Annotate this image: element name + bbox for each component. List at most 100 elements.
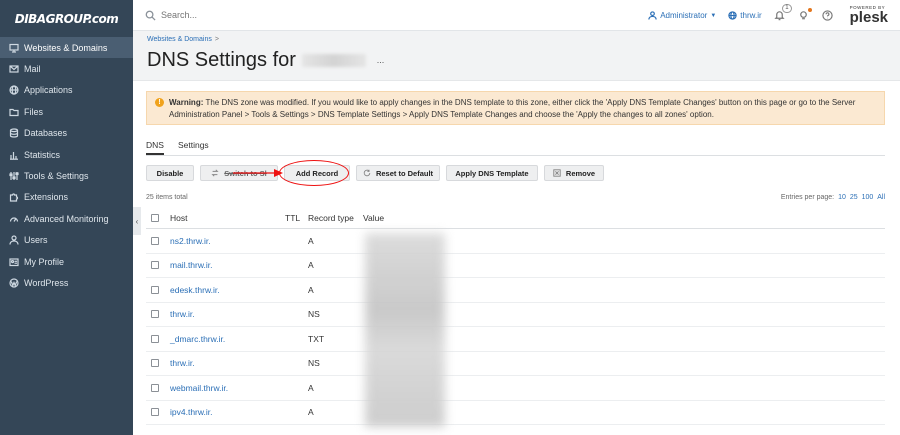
table-row: webmail.thrw.ir. A xyxy=(146,376,885,401)
more-actions-button[interactable]: ... xyxy=(373,54,387,67)
sidebar-item-websites-domains[interactable]: Websites & Domains xyxy=(0,37,133,59)
sidebar-item-label: Tools & Settings xyxy=(24,171,89,182)
lightbulb-icon xyxy=(800,11,807,20)
bar-chart-icon xyxy=(8,149,19,160)
globe-icon xyxy=(728,11,737,20)
subscription-switcher[interactable]: thrw.ir xyxy=(728,11,762,20)
mail-icon xyxy=(8,64,19,75)
row-checkbox[interactable] xyxy=(151,310,159,319)
record-type-cell: A xyxy=(308,235,314,246)
search-box[interactable] xyxy=(145,10,625,21)
row-checkbox[interactable] xyxy=(151,408,159,417)
sidebar-item-wordpress[interactable]: WordPress xyxy=(0,272,133,293)
alert-dot xyxy=(807,7,812,12)
table-row: thrw.ir. NS xyxy=(146,352,885,376)
user-menu[interactable]: Administrator ▼ xyxy=(648,11,716,20)
sidebar-item-advanced-monitoring[interactable]: Advanced Monitoring xyxy=(0,208,133,229)
column-record-type[interactable]: Record type xyxy=(308,213,363,223)
per-page-all[interactable]: All xyxy=(877,194,885,201)
per-page-10[interactable]: 10 xyxy=(838,194,846,201)
wordpress-icon xyxy=(8,277,19,288)
sidebar-item-label: Websites & Domains xyxy=(24,42,108,53)
record-type-cell: NS xyxy=(308,309,320,320)
host-link[interactable]: edesk.thrw.ir. xyxy=(170,285,285,295)
sidebar-item-label: Extensions xyxy=(24,192,69,203)
column-host[interactable]: Host xyxy=(170,213,285,223)
row-checkbox[interactable] xyxy=(151,359,159,368)
host-link[interactable]: thrw.ir. xyxy=(170,309,285,319)
dns-records-table: Host TTL Record type Value ns2.thrw.ir. A… xyxy=(146,207,885,427)
sidebar-item-label: My Profile xyxy=(24,256,65,267)
column-value[interactable]: Value xyxy=(363,213,563,223)
row-checkbox[interactable] xyxy=(151,236,159,245)
select-all-checkbox[interactable] xyxy=(151,213,159,222)
record-type-cell: A xyxy=(308,407,314,418)
help-icon xyxy=(822,10,833,21)
sidebar-item-statistics[interactable]: Statistics xyxy=(0,144,133,165)
blurred-values xyxy=(365,233,445,427)
row-checkbox[interactable] xyxy=(151,334,159,343)
host-link[interactable]: webmail.thrw.ir. xyxy=(170,383,285,393)
database-icon xyxy=(8,128,19,139)
tab-settings[interactable]: Settings xyxy=(178,140,209,155)
sidebar-item-users[interactable]: Users xyxy=(0,230,133,251)
sidebar-item-label: Databases xyxy=(24,128,68,139)
tab-dns[interactable]: DNS xyxy=(146,140,164,155)
host-link[interactable]: mail.thrw.ir. xyxy=(170,260,285,270)
sidebar-item-databases[interactable]: Databases xyxy=(0,123,133,144)
row-checkbox[interactable] xyxy=(151,383,159,392)
host-link[interactable]: _dmarc.thrw.ir. xyxy=(170,334,285,344)
breadcrumb-link[interactable]: Websites & Domains xyxy=(147,36,212,43)
id-card-icon xyxy=(8,256,19,267)
row-checkbox[interactable] xyxy=(151,261,159,270)
sidebar-item-files[interactable]: Files xyxy=(0,101,133,122)
notification-count: 1 xyxy=(782,3,792,13)
subscription-name: thrw.ir xyxy=(740,11,762,20)
sidebar-item-label: Statistics xyxy=(24,149,61,160)
reset-to-default-button[interactable]: Reset to Default xyxy=(356,165,440,181)
per-page-25[interactable]: 25 xyxy=(850,194,858,201)
suggestions-button[interactable] xyxy=(798,7,812,22)
sidebar-item-label: Mail xyxy=(24,64,41,75)
warning-text: The DNS zone was modified. If you would … xyxy=(169,98,856,119)
globe-icon xyxy=(8,85,19,96)
per-page-100[interactable]: 100 xyxy=(862,194,874,201)
monitor-icon xyxy=(8,42,19,53)
column-ttl[interactable]: TTL xyxy=(285,213,308,223)
sidebar-collapse-handle[interactable]: ‹ xyxy=(133,207,141,235)
record-type-cell: A xyxy=(308,284,314,295)
sidebar-item-tools-settings[interactable]: Tools & Settings xyxy=(0,165,133,186)
record-type-cell: A xyxy=(308,260,314,271)
help-button[interactable] xyxy=(822,10,834,22)
plesk-logo: POWERED BY plesk xyxy=(849,5,888,26)
sidebar-item-my-profile[interactable]: My Profile xyxy=(0,251,133,272)
host-link[interactable]: ipv4.thrw.ir. xyxy=(170,407,285,417)
blurred-domain-name xyxy=(301,54,366,67)
table-row: mail.thrw.ir. A xyxy=(146,254,885,278)
search-input[interactable] xyxy=(161,10,461,20)
host-link[interactable]: ns2.thrw.ir. xyxy=(170,236,285,246)
warning-label: Warning: xyxy=(169,98,204,107)
remove-button[interactable]: Remove xyxy=(544,165,604,181)
notifications-button[interactable]: 1 xyxy=(774,3,792,22)
remove-icon xyxy=(553,169,561,177)
switch-button[interactable]: Switch to Sl xyxy=(200,165,278,181)
user-icon xyxy=(8,235,19,246)
sidebar-item-mail[interactable]: Mail xyxy=(0,58,133,79)
search-icon xyxy=(145,10,156,21)
switch-icon xyxy=(211,169,219,177)
sidebar-item-label: Advanced Monitoring xyxy=(24,213,109,224)
toolbar: Disable Switch to Sl Add Record Reset to… xyxy=(146,165,604,181)
record-type-cell: NS xyxy=(308,358,320,369)
add-record-button[interactable]: Add Record xyxy=(284,165,350,181)
sidebar-item-applications[interactable]: Applications xyxy=(0,80,133,101)
row-checkbox[interactable] xyxy=(151,285,159,294)
disable-button[interactable]: Disable xyxy=(146,165,194,181)
sidebar-item-extensions[interactable]: Extensions xyxy=(0,187,133,208)
record-type-cell: TXT xyxy=(308,333,325,344)
entries-per-page: Entries per page: 10 25 100 All xyxy=(780,194,885,201)
host-link[interactable]: thrw.ir. xyxy=(170,358,285,368)
apply-dns-template-button[interactable]: Apply DNS Template xyxy=(446,165,538,181)
page-title: DNS Settings for ... xyxy=(147,49,387,72)
brand-logo[interactable]: DIBAGROUP.com xyxy=(0,0,133,37)
